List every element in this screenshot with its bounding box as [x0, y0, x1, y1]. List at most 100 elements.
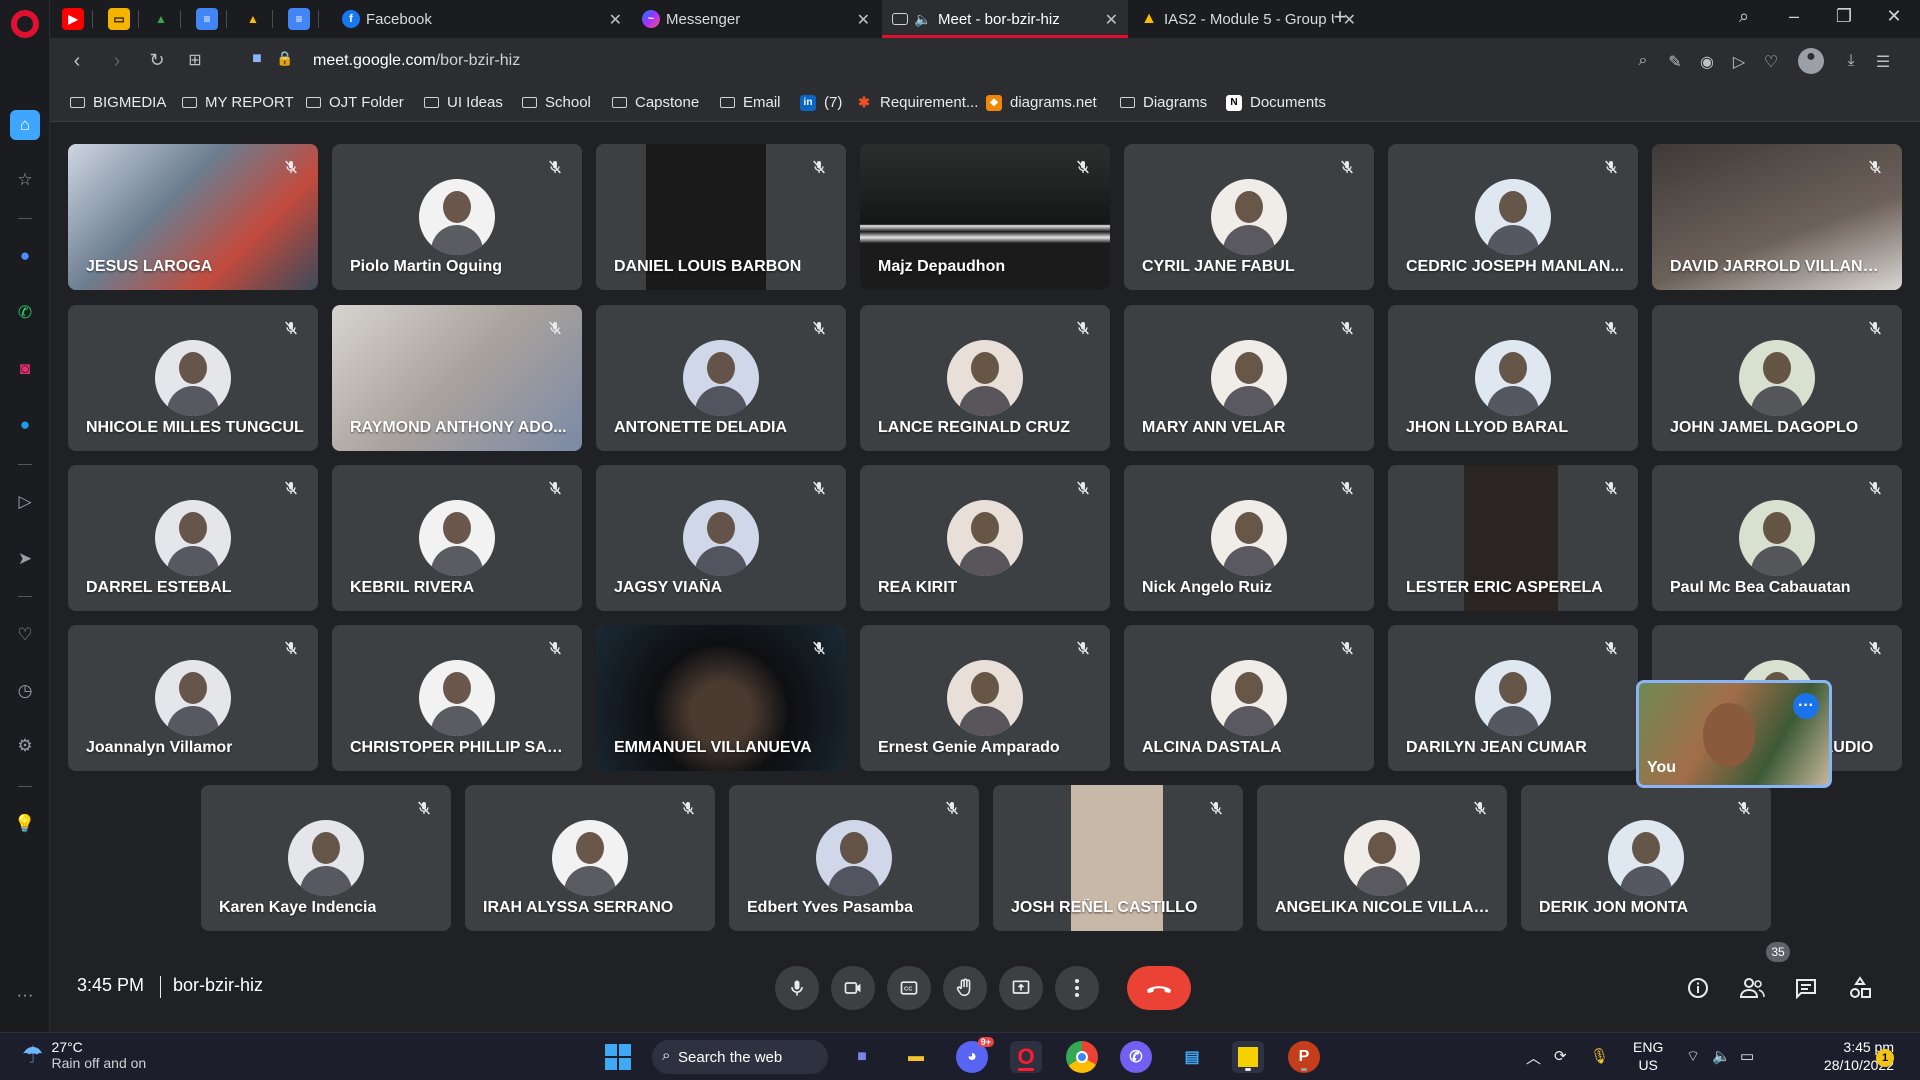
activities-button[interactable] — [1844, 972, 1876, 1004]
bookmark-ojt-folder[interactable]: OJT Folder — [306, 94, 404, 111]
search-tabs-icon[interactable]: ⌕ — [1730, 6, 1758, 27]
player-icon[interactable]: ▷ — [10, 487, 40, 517]
participant-tile[interactable]: ANTONETTE DELADIA — [596, 305, 846, 451]
slides-pinned-tab[interactable]: ▭ — [108, 8, 130, 30]
participant-tile[interactable]: JAGSY VIAÑA — [596, 465, 846, 611]
forward-icon[interactable]: › — [104, 50, 130, 73]
messenger-icon[interactable]: ● — [10, 241, 40, 271]
sticky-notes-icon[interactable] — [1232, 1041, 1264, 1073]
bookmark-linkedin[interactable]: in (7) — [800, 94, 842, 111]
flow-icon[interactable]: ▷ — [1728, 52, 1750, 72]
participant-tile[interactable]: ANGELIKA NICOLE VILLAM... — [1257, 785, 1507, 931]
taskbar-search[interactable]: ⌕ Search the web — [652, 1040, 828, 1074]
participant-tile[interactable]: Karen Kaye Indencia — [201, 785, 451, 931]
sync-icon[interactable]: ⟳ — [1554, 1047, 1567, 1065]
docs-pinned-tab-2[interactable]: ≡ — [288, 8, 310, 30]
close-tab-icon[interactable]: ✕ — [609, 10, 622, 30]
more-options-button[interactable] — [1055, 966, 1099, 1010]
participant-tile[interactable]: DARILYN JEAN CUMAR — [1388, 625, 1638, 771]
participant-tile[interactable]: CYRIL JANE FABUL — [1124, 144, 1374, 290]
tab-facebook[interactable]: f Facebook ✕ — [332, 0, 632, 38]
chat-button[interactable] — [1790, 972, 1822, 1004]
microphone-button[interactable] — [775, 966, 819, 1010]
drive-pinned-tab-2[interactable]: ▲ — [242, 8, 264, 30]
lens-icon[interactable]: ⌕ — [1632, 52, 1654, 70]
captions-button[interactable]: CC — [887, 966, 931, 1010]
drive-pinned-tab[interactable]: ▲ — [150, 8, 172, 30]
participant-tile[interactable]: JESUS LAROGA — [68, 144, 318, 290]
bookmark-diagrams[interactable]: Diagrams — [1120, 94, 1207, 111]
self-view-tile[interactable]: ··· You — [1636, 680, 1832, 788]
close-tab-icon[interactable]: ✕ — [1105, 10, 1118, 30]
back-icon[interactable]: ‹ — [64, 50, 90, 73]
wifi-icon[interactable]: ⌔ — [1686, 1047, 1700, 1066]
bookmark-email[interactable]: Email — [720, 94, 781, 111]
bookmark-diagrams-net[interactable]: ◆ diagrams.net — [986, 94, 1097, 111]
home-icon[interactable]: ⌂ — [10, 110, 40, 140]
twitter-icon[interactable]: ● — [10, 410, 40, 440]
history-icon[interactable]: ◷ — [10, 676, 40, 706]
url-field[interactable]: meet.google.com/bor-bzir-hiz — [313, 52, 520, 70]
snapshot-icon[interactable]: ◉ — [1696, 52, 1718, 72]
opera-logo[interactable] — [11, 10, 39, 38]
tab-messenger[interactable]: ~ Messenger ✕ — [632, 0, 880, 38]
participant-tile[interactable]: Edbert Yves Pasamba — [729, 785, 979, 931]
youtube-pinned-tab[interactable]: ▶ — [62, 8, 84, 30]
notepad-icon[interactable]: ▤ — [1176, 1041, 1208, 1073]
tab-meet[interactable]: 🔈 Meet - bor-bzir-hiz ✕ — [882, 0, 1128, 38]
powerpoint-icon[interactable]: P — [1288, 1041, 1320, 1073]
language-indicator[interactable]: ENG US — [1633, 1038, 1663, 1074]
participant-tile[interactable]: Joannalyn Villamor — [68, 625, 318, 771]
meeting-details-button[interactable] — [1682, 972, 1714, 1004]
edit-icon[interactable]: ✎ — [1664, 52, 1686, 72]
reload-icon[interactable]: ↻ — [144, 50, 170, 71]
discord-icon[interactable]: ◕ 9+ — [956, 1037, 994, 1073]
bookmark-ui-ideas[interactable]: UI Ideas — [424, 94, 503, 111]
participant-tile[interactable]: Piolo Martin Oguing — [332, 144, 582, 290]
file-explorer-icon[interactable]: ▬ — [900, 1041, 932, 1073]
participant-tile[interactable]: EMMANUEL VILLANUEVA — [596, 625, 846, 771]
participant-tile[interactable]: JOHN JAMEL DAGOPLO — [1652, 305, 1902, 451]
participant-tile[interactable]: Nick Angelo Ruiz — [1124, 465, 1374, 611]
participant-tile[interactable]: CEDRIC JOSEPH MANLAN... — [1388, 144, 1638, 290]
send-icon[interactable]: ➤ — [10, 544, 40, 574]
new-tab-icon[interactable]: + — [1326, 4, 1354, 30]
whatsapp-icon[interactable]: ✆ — [10, 298, 40, 328]
participant-tile[interactable]: JHON LLYOD BARAL — [1388, 305, 1638, 451]
participant-tile[interactable]: JOSH REÑEL CASTILLO — [993, 785, 1243, 931]
settings-icon[interactable]: ⚙ — [10, 731, 40, 761]
weather-widget[interactable]: ☂ 27°C Rain off and on — [22, 1039, 146, 1071]
notification-badge[interactable]: 1 — [1876, 1049, 1894, 1067]
camera-in-use-icon[interactable]: ■ — [244, 50, 270, 68]
participant-tile[interactable]: RAYMOND ANTHONY ADO... — [332, 305, 582, 451]
participant-tile[interactable]: MARY ANN VELAR — [1124, 305, 1374, 451]
download-icon[interactable]: ⤓ — [1840, 52, 1862, 70]
raise-hand-button[interactable] — [943, 966, 987, 1010]
participant-tile[interactable]: ALCINA DASTALA — [1124, 625, 1374, 771]
participant-tile[interactable]: REA KIRIT — [860, 465, 1110, 611]
easy-setup-icon[interactable]: ☰ — [1872, 52, 1894, 72]
people-button[interactable] — [1736, 972, 1768, 1004]
participant-tile[interactable]: DANIEL LOUIS BARBON — [596, 144, 846, 290]
bookmark-capstone[interactable]: Capstone — [612, 94, 699, 111]
present-screen-button[interactable] — [999, 966, 1043, 1010]
close-window-icon[interactable]: ✕ — [1880, 6, 1908, 27]
tabs-grid-icon[interactable]: ⊞ — [182, 50, 208, 70]
viber-icon[interactable]: ✆ — [1120, 1041, 1152, 1073]
participant-tile[interactable]: Majz Depaudhon — [860, 144, 1110, 290]
bookmark-my-report[interactable]: MY REPORT — [182, 94, 294, 111]
bookmark-bigmedia[interactable]: BIGMEDIA — [70, 94, 166, 111]
minimize-icon[interactable]: – — [1780, 6, 1808, 27]
volume-icon[interactable]: 🔈 — [1712, 1047, 1731, 1065]
battery-icon[interactable]: ▭ — [1740, 1047, 1754, 1065]
leave-call-button[interactable] — [1127, 966, 1191, 1010]
participant-tile[interactable]: Ernest Genie Amparado — [860, 625, 1110, 771]
participant-tile[interactable]: IRAH ALYSSA SERRANO — [465, 785, 715, 931]
participant-tile[interactable]: LANCE REGINALD CRUZ — [860, 305, 1110, 451]
bookmark-requirement[interactable]: ✱ Requirement... — [856, 94, 978, 111]
tray-microphone-icon[interactable]: 🎙 — [1590, 1047, 1609, 1065]
chrome-icon[interactable] — [1066, 1041, 1098, 1073]
more-options-icon[interactable]: ··· — [1793, 693, 1819, 719]
participant-tile[interactable]: DAVID JARROLD VILLANUE... — [1652, 144, 1902, 290]
participant-tile[interactable]: Paul Mc Bea Cabauatan — [1652, 465, 1902, 611]
